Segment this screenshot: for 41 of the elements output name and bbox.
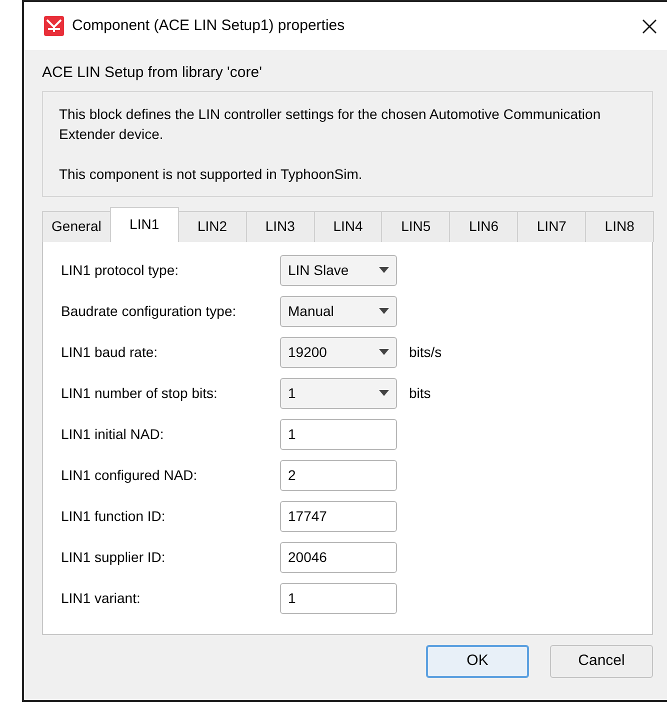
- field-label: LIN1 variant:: [61, 588, 142, 608]
- description-text: This block defines the LIN controller settings for the chosen Automotive Communication Extender device.: [59, 106, 601, 142]
- tab[interactable]: LIN7: [517, 210, 586, 242]
- subtitle: ACE LIN Setup from library 'core': [42, 63, 263, 83]
- tab[interactable]: General: [42, 210, 111, 242]
- tab[interactable]: LIN1: [110, 206, 179, 242]
- unit-label: bits: [409, 384, 431, 402]
- description-text: This component is not supported in TyphoonSim.: [59, 166, 362, 182]
- input-field[interactable]: 1: [280, 418, 397, 450]
- field-label: LIN1 baud rate:: [61, 342, 159, 362]
- tab[interactable]: LIN3: [246, 210, 315, 242]
- field-label: LIN1 protocol type:: [61, 260, 180, 280]
- tab[interactable]: LIN8: [585, 210, 654, 242]
- caret-icon: [379, 308, 389, 314]
- caret-icon: [379, 349, 389, 355]
- dropdown[interactable]: Manual: [280, 296, 397, 326]
- caret-icon: [379, 267, 389, 273]
- dropdown[interactable]: 1: [280, 378, 397, 408]
- close-icon[interactable]: [642, 18, 657, 34]
- field-label: LIN1 configured NAD:: [61, 466, 198, 485]
- window-title: Component (ACE LIN Setup1) properties: [72, 16, 346, 36]
- input-field[interactable]: 1: [280, 582, 397, 614]
- input-field[interactable]: 20046: [280, 542, 397, 572]
- app-logo-icon: [44, 16, 64, 36]
- field-label: Baudrate configuration type:: [61, 302, 238, 321]
- input-field[interactable]: 2: [280, 460, 397, 490]
- unit-label: bits/s: [409, 342, 442, 362]
- field-label: LIN1 supplier ID:: [61, 548, 166, 567]
- field-label: LIN1 function ID:: [61, 506, 166, 526]
- cancel-button[interactable]: Cancel: [550, 644, 653, 678]
- input-field[interactable]: 17747: [280, 500, 397, 532]
- tab[interactable]: LIN4: [314, 210, 382, 242]
- dropdown[interactable]: LIN Slave: [280, 254, 397, 286]
- tab[interactable]: LIN2: [178, 210, 247, 242]
- ok-button[interactable]: OK: [426, 644, 529, 678]
- field-label: LIN1 number of stop bits:: [61, 384, 218, 403]
- field-label: LIN1 initial NAD:: [61, 424, 165, 444]
- caret-icon: [379, 390, 389, 396]
- tab[interactable]: LIN5: [381, 210, 450, 242]
- dropdown[interactable]: 19200: [280, 336, 397, 368]
- tab[interactable]: LIN6: [449, 210, 518, 242]
